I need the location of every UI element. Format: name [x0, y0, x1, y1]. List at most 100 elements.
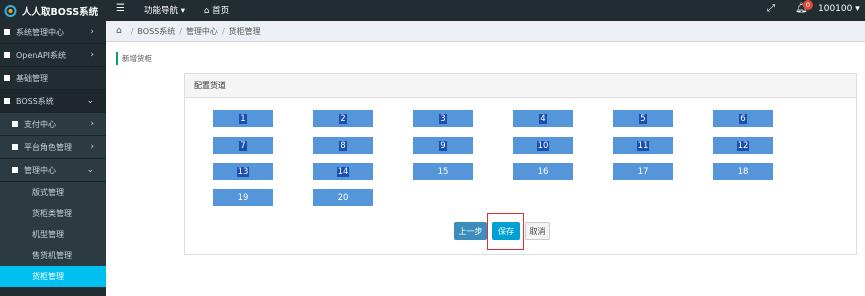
sidebar-item-label: 版式管理 [32, 188, 64, 197]
prev-step-button[interactable]: 上一步 [454, 222, 487, 240]
sidebar-item-vending[interactable]: 售货机管理 [0, 245, 106, 266]
logo-icon [4, 4, 17, 17]
chevron-right-icon: › [90, 142, 94, 152]
panel-title: 配置货道 [185, 74, 856, 98]
chevron-right-icon: › [90, 50, 94, 60]
nav-menu-dropdown[interactable]: 功能导航 ▾ [144, 4, 185, 16]
expand-icon[interactable]: ⤢ [767, 3, 775, 14]
sidebar-item-basic[interactable]: 基础管理 [0, 67, 106, 90]
slot-label: 10 [536, 140, 550, 151]
menu-square-icon [4, 98, 10, 104]
breadcrumb-separator: / [179, 26, 182, 36]
slot-button[interactable]: 16 [513, 163, 573, 180]
slot-button[interactable]: 20 [313, 189, 373, 206]
sidebar-item-label: 货柜管理 [32, 272, 64, 281]
user-id: 100100 [818, 4, 853, 14]
slot-button[interactable]: 12 [713, 137, 773, 154]
slot-button[interactable]: 18 [713, 163, 773, 180]
menu-square-icon [4, 52, 10, 58]
sidebar-item-cabinet-type[interactable]: 货柜类管理 [0, 203, 106, 224]
nav-menu-label: 功能导航 [144, 6, 179, 16]
slot-label: 17 [637, 166, 649, 177]
menu-square-icon [12, 144, 18, 150]
slot-label: 4 [539, 113, 547, 124]
brand[interactable]: 人人取BOSS系统 [0, 0, 106, 21]
slot-label: 3 [439, 113, 447, 124]
slot-button[interactable]: 10 [513, 137, 573, 154]
slot-button[interactable]: 4 [513, 110, 573, 127]
slot-label: 12 [736, 140, 750, 151]
sidebar-item-layout[interactable]: 版式管理 [0, 182, 106, 203]
slot-label: 2 [339, 113, 347, 124]
slot-label: 20 [337, 192, 349, 203]
sidebar-item-label: 支付中心 [24, 119, 56, 129]
breadcrumb-item[interactable]: BOSS系统 [137, 26, 175, 37]
home-icon: ⌂ [204, 6, 210, 16]
slot-label: 18 [737, 166, 749, 177]
breadcrumb: ⌂ / BOSS系统 / 管理中心 / 货柜管理 [106, 21, 865, 42]
sidebar-item-openapi[interactable]: OpenAPI系统 › [0, 44, 106, 67]
sidebar-item-boss[interactable]: BOSS系统 ⌄ [0, 90, 106, 113]
slot-button[interactable]: 5 [613, 110, 673, 127]
nav-home-label: 首页 [212, 6, 230, 16]
menu-square-icon [12, 167, 18, 173]
slot-button[interactable]: 3 [413, 110, 473, 127]
slot-label: 1 [239, 113, 247, 124]
slot-label: 8 [339, 140, 347, 151]
slot-button[interactable]: 8 [313, 137, 373, 154]
sidebar-item-label: 机型管理 [32, 230, 64, 239]
brand-title: 人人取BOSS系统 [22, 6, 99, 18]
slot-label: 16 [537, 166, 549, 177]
slot-button[interactable]: 13 [213, 163, 273, 180]
sidebar-item-cabinet[interactable]: 货柜管理 [0, 266, 106, 287]
slot-label: 14 [336, 166, 350, 177]
sidebar-item-model[interactable]: 机型管理 [0, 224, 106, 245]
sidebar-item-label: 系统管理中心 [16, 27, 64, 37]
chevron-down-icon: ⌄ [86, 96, 94, 106]
sidebar-item-management[interactable]: 管理中心 ⌄ [0, 159, 106, 182]
notification-badge: 0 [803, 0, 813, 10]
slot-button[interactable]: 17 [613, 163, 673, 180]
slot-button[interactable]: 6 [713, 110, 773, 127]
slot-button[interactable]: 19 [213, 189, 273, 206]
sidebar-item-label: 售货机管理 [32, 251, 72, 260]
user-menu[interactable]: 100100 ▾ [818, 4, 860, 14]
sidebar-item-label: BOSS系统 [16, 96, 54, 106]
sidebar-item-roles[interactable]: 平台角色管理 › [0, 136, 106, 159]
breadcrumb-item: 货柜管理 [228, 26, 261, 36]
menu-square-icon [4, 75, 10, 81]
sidebar-item-label: 平台角色管理 [24, 142, 72, 152]
sidebar-item-payment[interactable]: 支付中心 › [0, 113, 106, 136]
slot-button[interactable]: 11 [613, 137, 673, 154]
sidebar-item-system[interactable]: 系统管理中心 › [0, 21, 106, 44]
slot-label: 6 [739, 113, 747, 124]
sidebar-item-label: 基础管理 [16, 73, 48, 83]
chevron-down-icon: ⌄ [86, 165, 94, 175]
breadcrumb-separator: / [130, 26, 134, 36]
menu-square-icon [12, 121, 18, 127]
slot-button[interactable]: 9 [413, 137, 473, 154]
slot-label: 11 [636, 140, 650, 151]
chevron-right-icon: › [90, 119, 94, 129]
slot-label: 7 [239, 140, 247, 151]
menu-square-icon [4, 29, 10, 35]
slot-label: 13 [236, 166, 250, 177]
sidebar: 系统管理中心 › OpenAPI系统 › 基础管理 BOSS系统 ⌄ 支付中心 … [0, 21, 106, 296]
breadcrumb-item[interactable]: 管理中心 [186, 26, 218, 37]
bars-icon[interactable]: ☰ [116, 3, 125, 14]
slot-label: 15 [437, 166, 449, 177]
slot-button[interactable]: 2 [313, 110, 373, 127]
top-navbar: 人人取BOSS系统 ☰ 功能导航 ▾ ⌂ 首页 ⤢ 🔔︎ 0 100100 ▾ [0, 0, 865, 21]
slot-label: 19 [237, 192, 249, 203]
slot-button[interactable]: 15 [413, 163, 473, 180]
slot-button[interactable]: 7 [213, 137, 273, 154]
slot-label: 5 [639, 113, 647, 124]
cancel-button[interactable]: 取消 [525, 222, 550, 240]
sidebar-item-label: 货柜类管理 [32, 209, 72, 218]
chevron-right-icon: › [90, 27, 94, 37]
slot-button[interactable]: 1 [213, 110, 273, 127]
slot-button[interactable]: 14 [313, 163, 373, 180]
nav-home-link[interactable]: ⌂ 首页 [204, 4, 229, 16]
home-icon[interactable]: ⌂ [116, 26, 122, 36]
breadcrumb-separator: / [221, 26, 225, 36]
